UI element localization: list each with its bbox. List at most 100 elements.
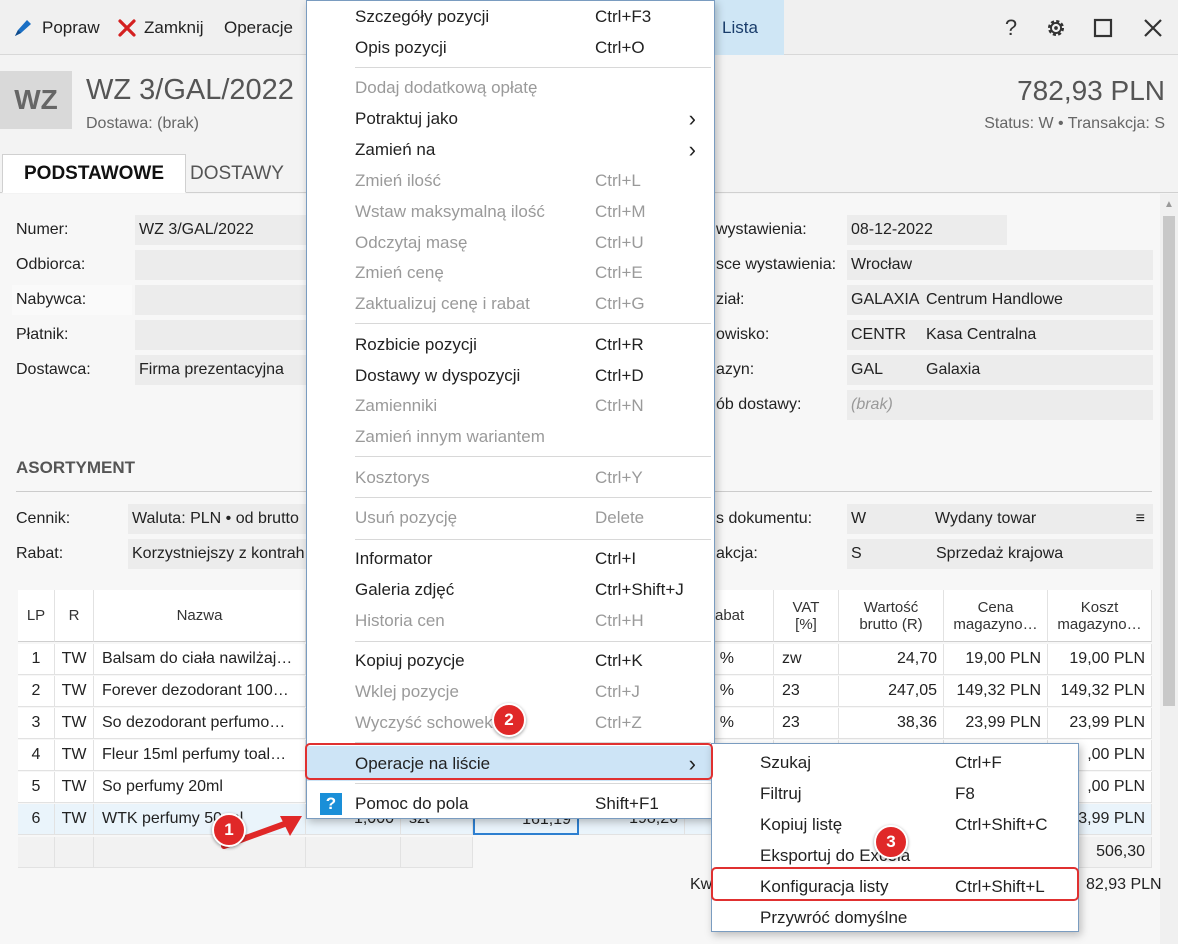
table-cell-r[interactable]: TW xyxy=(55,804,94,835)
menu-item-treat-as[interactable]: Potraktuj jako › xyxy=(307,103,714,134)
scroll-up-icon[interactable]: ▲ xyxy=(1164,199,1174,210)
table-cell-koszt[interactable]: 19,00 PLN xyxy=(1048,644,1152,675)
menu-separator xyxy=(355,641,711,642)
menu-item-cost-estimate[interactable]: Kosztorys Ctrl+Y xyxy=(307,462,714,493)
discount-field[interactable]: Korzystniejszy z kontrah xyxy=(128,539,308,569)
table-cell-lp[interactable]: 2 xyxy=(18,676,55,707)
menu-item-shortcut: Ctrl+Y xyxy=(595,467,643,487)
table-cell-wartosc[interactable]: 247,05 xyxy=(839,676,944,707)
menu-item-label: Historia cen xyxy=(355,610,445,630)
help-icon: ? xyxy=(1004,14,1018,40)
menu-item-split-item[interactable]: Rozbicie pozycji Ctrl+R xyxy=(307,329,714,360)
number-field[interactable]: WZ 3/GAL/2022 xyxy=(135,215,307,245)
table-cell-wartosc[interactable]: 38,36 xyxy=(839,708,944,739)
column-header-r[interactable]: R xyxy=(55,590,94,642)
column-header-lp[interactable]: LP xyxy=(18,590,55,642)
window-close-button[interactable] xyxy=(1133,0,1173,55)
table-cell-cena[interactable]: 149,32 PLN xyxy=(944,676,1048,707)
tab-dostawy[interactable]: DOSTAWY xyxy=(169,154,305,193)
table-cell-cena[interactable]: 23,99 PLN xyxy=(944,708,1048,739)
table-cell-cena[interactable]: 19,00 PLN xyxy=(944,644,1048,675)
column-header-stock-price[interactable]: Cena magazyno… xyxy=(944,590,1048,642)
menu-item-update-price-discount[interactable]: Zaktualizuj cenę i rabat Ctrl+G xyxy=(307,288,714,319)
issue-place-field[interactable]: Wrocław xyxy=(847,250,1153,280)
table-cell-vat[interactable]: 23 xyxy=(774,708,839,739)
menu-item-field-help[interactable]: ? Pomoc do pola Shift+F1 xyxy=(307,788,714,819)
edit-button[interactable]: Popraw xyxy=(12,0,100,55)
table-cell-nazwa[interactable]: Fleur 15ml perfumy toal… xyxy=(94,740,306,771)
supplier-field[interactable]: Firma prezentacyjna xyxy=(135,355,307,385)
table-cell-koszt[interactable]: 23,99 PLN xyxy=(1048,708,1152,739)
menu-item-shortcut: Ctrl+Z xyxy=(595,712,642,732)
workstation-field[interactable]: CENTR Kasa Centralna xyxy=(847,320,1153,350)
table-cell-r[interactable]: TW xyxy=(55,708,94,739)
chevron-right-icon: › xyxy=(688,136,696,162)
menu-item-add-fee[interactable]: Dodaj dodatkową opłatę xyxy=(307,72,714,103)
table-cell-vat[interactable]: zw xyxy=(774,644,839,675)
menu-item-delete-item[interactable]: Usuń pozycję Delete xyxy=(307,502,714,533)
table-cell-nazwa[interactable]: Balsam do ciała nawilżaj… xyxy=(94,644,306,675)
table-cell-koszt[interactable]: 149,32 PLN xyxy=(1048,676,1152,707)
table-cell-nazwa[interactable]: So perfumy 20ml xyxy=(94,772,306,803)
menu-item-item-description[interactable]: Opis pozycji Ctrl+O xyxy=(307,32,714,63)
table-cell-wartosc[interactable]: 24,70 xyxy=(839,644,944,675)
table-cell-lp[interactable]: 4 xyxy=(18,740,55,771)
table-cell-r[interactable]: TW xyxy=(55,772,94,803)
table-cell-nazwa[interactable]: Forever dezodorant 100… xyxy=(94,676,306,707)
submenu-item-filter[interactable]: Filtruj F8 xyxy=(712,778,1078,809)
column-header-gross-value[interactable]: Wartość brutto (R) xyxy=(839,590,944,642)
table-cell-lp[interactable]: 5 xyxy=(18,772,55,803)
pricelist-field[interactable]: Waluta: PLN • od brutto xyxy=(128,504,308,534)
table-cell-lp[interactable]: 1 xyxy=(18,644,55,675)
menu-item-label: Kopiuj pozycje xyxy=(355,650,465,670)
menu-item-replace-variant[interactable]: Zamień innym wariantem xyxy=(307,421,714,452)
payer-label: Płatnik: xyxy=(16,326,69,343)
menu-item-replace-with[interactable]: Zamień na › xyxy=(307,134,714,165)
menu-item-copy-items[interactable]: Kopiuj pozycje Ctrl+K xyxy=(307,645,714,676)
table-cell-r[interactable]: TW xyxy=(55,676,94,707)
column-header-name[interactable]: Nazwa xyxy=(94,590,306,642)
department-label: ział: xyxy=(716,291,745,308)
maximize-button[interactable] xyxy=(1083,0,1123,55)
table-cell-lp[interactable]: 3 xyxy=(18,708,55,739)
menu-item-change-price[interactable]: Zmień cenę Ctrl+E xyxy=(307,257,714,288)
column-header-stock-cost[interactable]: Koszt magazyno… xyxy=(1048,590,1152,642)
transaction-field[interactable]: S Sprzedaż krajowa xyxy=(847,539,1153,569)
discount-label: Rabat: xyxy=(16,545,64,562)
document-status-field[interactable]: W Wydany towar ≡ xyxy=(847,504,1153,534)
scrollbar-thumb[interactable] xyxy=(1163,216,1175,706)
table-cell-vat[interactable]: 23 xyxy=(774,676,839,707)
issue-date-field[interactable]: 08-12-2022 xyxy=(847,215,1007,245)
menu-lines-icon[interactable]: ≡ xyxy=(1136,510,1145,528)
menu-item-shortcut: Ctrl+L xyxy=(595,170,641,190)
settings-button[interactable] xyxy=(1036,0,1076,55)
menu-item-substitutes[interactable]: Zamienniki Ctrl+N xyxy=(307,390,714,421)
table-cell-lp[interactable]: 6 xyxy=(18,804,55,835)
menu-item-price-history[interactable]: Historia cen Ctrl+H xyxy=(307,605,714,636)
menu-item-photo-gallery[interactable]: Galeria zdjęć Ctrl+Shift+J xyxy=(307,574,714,605)
table-cell-nazwa[interactable]: So dezodorant perfumo… xyxy=(94,708,306,739)
menu-item-informator[interactable]: Informator Ctrl+I xyxy=(307,543,714,574)
menu-item-item-details[interactable]: Szczegóły pozycji Ctrl+F3 xyxy=(307,1,714,32)
close-doc-button[interactable]: Zamknij xyxy=(118,0,204,55)
menu-item-change-quantity[interactable]: Zmień ilość Ctrl+L xyxy=(307,165,714,196)
table-cell-r[interactable]: TW xyxy=(55,644,94,675)
submenu-item-restore-defaults[interactable]: Przywróć domyślne xyxy=(712,902,1078,933)
column-header-vat[interactable]: VAT [%] xyxy=(774,590,839,642)
submenu-item-search[interactable]: Szukaj Ctrl+F xyxy=(712,747,1078,778)
menu-item-read-weight[interactable]: Odczytaj masę Ctrl+U xyxy=(307,227,714,258)
table-cell-r[interactable]: TW xyxy=(55,740,94,771)
menu-item-available-deliveries[interactable]: Dostawy w dyspozycji Ctrl+D xyxy=(307,360,714,391)
warehouse-field[interactable]: GAL Galaxia xyxy=(847,355,1153,385)
tab-podstawowe[interactable]: PODSTAWOWE xyxy=(2,154,187,193)
menu-item-label: Galeria zdjęć xyxy=(355,579,455,599)
operations-button[interactable]: Operacje xyxy=(224,0,293,55)
buyer-field[interactable] xyxy=(135,285,307,315)
delivery-method-field[interactable]: (brak) xyxy=(847,390,1153,420)
menu-item-insert-max-quantity[interactable]: Wstaw maksymalną ilość Ctrl+M xyxy=(307,196,714,227)
recipient-field[interactable] xyxy=(135,250,307,280)
help-button[interactable]: ? xyxy=(991,0,1031,55)
payer-field[interactable] xyxy=(135,320,307,350)
department-field[interactable]: GALAXIA Centrum Handlowe xyxy=(847,285,1153,315)
menu-item-shortcut: Ctrl+F3 xyxy=(595,6,652,26)
